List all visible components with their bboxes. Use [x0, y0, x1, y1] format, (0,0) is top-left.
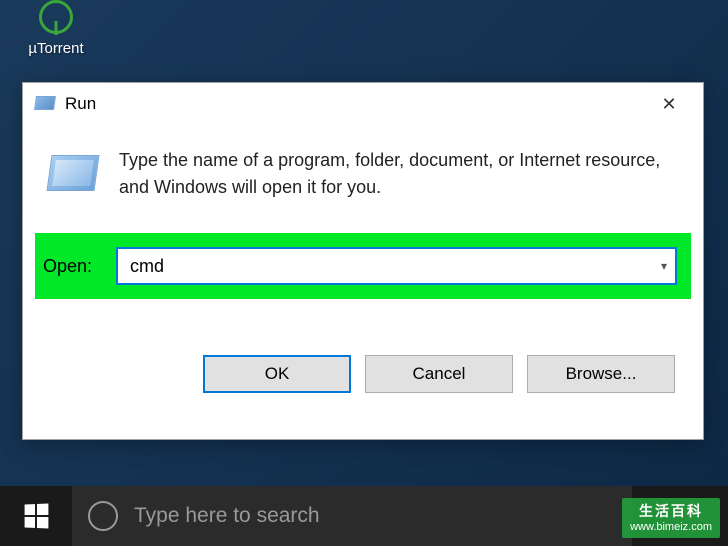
button-row: OK Cancel Browse... [49, 355, 677, 393]
close-icon: ✕ [661, 94, 676, 115]
dialog-body: Type the name of a program, folder, docu… [23, 125, 703, 411]
start-button[interactable] [0, 486, 72, 546]
watermark-title: 生活百科 [630, 502, 712, 520]
search-placeholder: Type here to search [134, 504, 320, 528]
open-label: Open: [43, 256, 92, 277]
close-button[interactable]: ✕ [647, 89, 691, 119]
run-icon [35, 96, 55, 112]
open-combobox[interactable]: ▾ [116, 247, 677, 285]
watermark: 生活百科 www.bimeiz.com [622, 498, 720, 538]
windows-logo-icon [25, 503, 49, 528]
cortana-icon [88, 501, 118, 531]
taskbar: Type here to search [0, 486, 728, 546]
window-title: Run [65, 94, 647, 114]
desktop-icon-label: µTorrent [18, 40, 94, 57]
dialog-description: Type the name of a program, folder, docu… [119, 147, 677, 201]
open-input[interactable] [116, 247, 677, 285]
info-row: Type the name of a program, folder, docu… [49, 147, 677, 201]
taskbar-search[interactable]: Type here to search [72, 486, 632, 546]
utorrent-icon [32, 0, 80, 38]
browse-button[interactable]: Browse... [527, 355, 675, 393]
cancel-button[interactable]: Cancel [365, 355, 513, 393]
run-icon-large [46, 155, 99, 191]
run-dialog: Run ✕ Type the name of a program, folder… [22, 82, 704, 440]
open-row: Open: ▾ [49, 247, 677, 285]
highlight-box: Open: ▾ [35, 233, 691, 299]
desktop-icon-utorrent[interactable]: µTorrent [18, 0, 94, 57]
titlebar[interactable]: Run ✕ [23, 83, 703, 125]
watermark-url: www.bimeiz.com [630, 520, 712, 534]
ok-button[interactable]: OK [203, 355, 351, 393]
